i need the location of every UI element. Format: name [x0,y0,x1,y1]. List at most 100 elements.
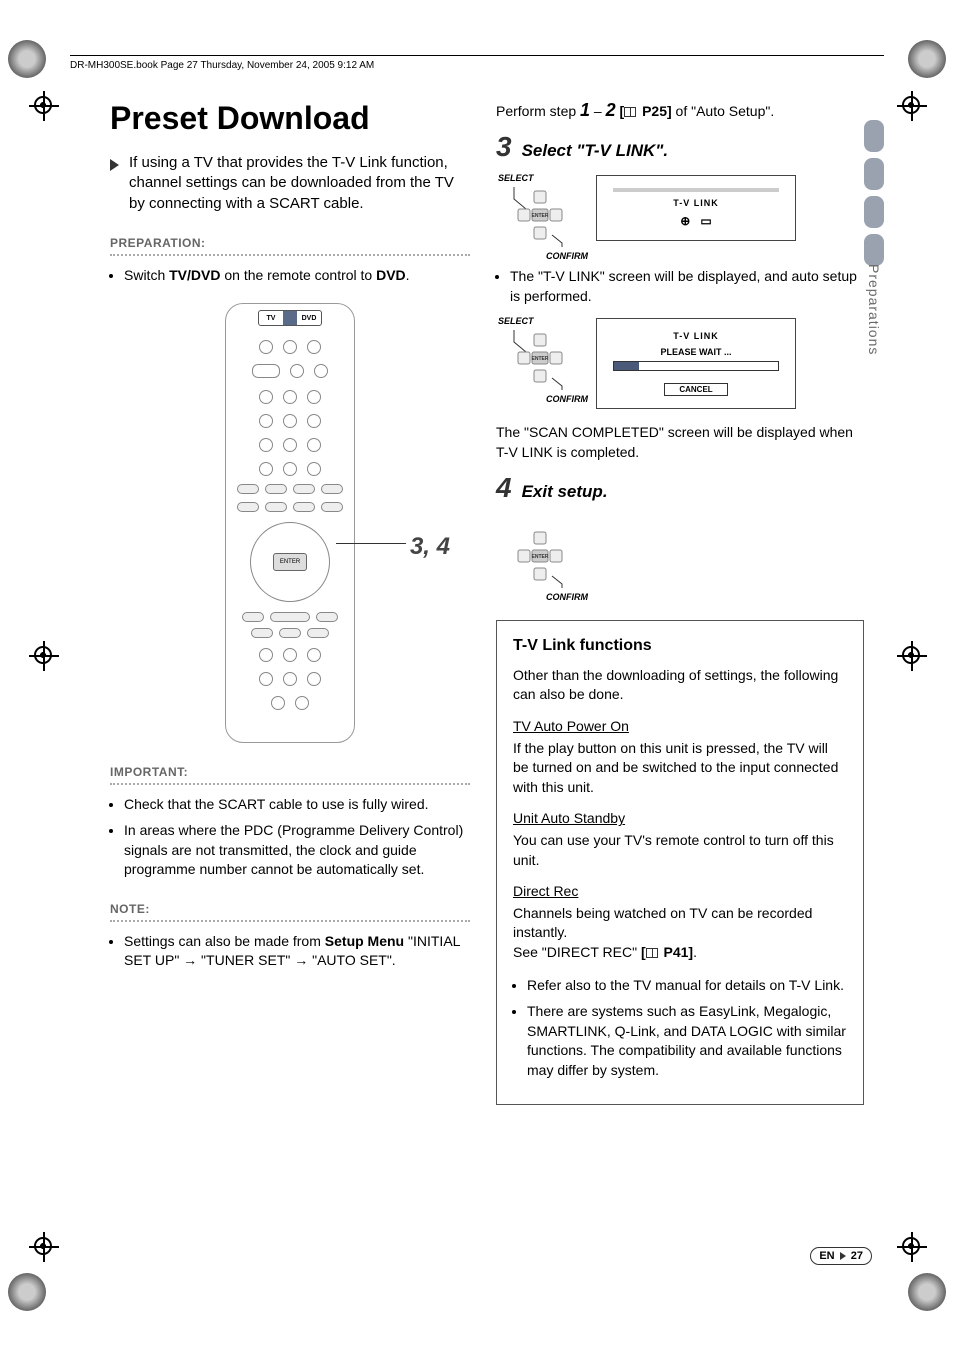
tvlink-bullets: Refer also to the TV manual for details … [513,976,847,1080]
text: Switch [124,267,169,283]
crop-mark [902,96,920,114]
header-text: DR-MH300SE.book Page 27 Thursday, Novemb… [70,60,374,71]
switch-slider [283,311,297,325]
crop-mark [902,646,920,664]
text: DVD [376,267,406,283]
crop-mark [34,96,52,114]
svg-text:ENTER: ENTER [532,356,549,362]
svg-text:ENTER: ENTER [532,554,549,560]
page-number: 27 [851,1250,863,1262]
dvd-label: DVD [297,311,321,325]
step-title: Select "T-V LINK". [522,141,668,161]
running-header: DR-MH300SE.book Page 27 Thursday, Novemb… [70,55,884,71]
important-item: Check that the SCART cable to use is ful… [124,795,470,815]
side-tabs [864,120,884,266]
progress-bar [613,361,779,371]
callout-line [336,543,406,544]
text: on the remote control to [220,267,376,283]
tvlink-text: If the play button on this unit is press… [513,739,847,798]
side-section-label: Preparations [866,264,882,355]
intro-row: If using a TV that provides the T-V Link… [110,153,470,214]
preparation-label: PREPARATION: [110,236,470,250]
page: DR-MH300SE.book Page 27 Thursday, Novemb… [0,0,954,1351]
note-item: Settings can also be made from Setup Men… [124,932,470,971]
side-tab [864,196,884,228]
tvlink-heading: T-V Link functions [513,635,847,657]
text: . [693,944,697,960]
dotted-rule [110,920,470,922]
screen-title: T-V LINK [607,198,785,208]
step-3-diagram-2: SELECT ENTER CONFIRM T-V LINK [502,318,864,409]
step-title: Exit setup. [522,482,608,502]
select-label: SELECT [498,316,534,326]
book-icon [646,948,658,958]
step-ref-2: 2 [606,100,616,120]
note-list: Settings can also be made from Setup Men… [110,932,470,971]
text: TV/DVD [169,267,220,283]
page-ref-text: P41] [660,944,693,960]
tv-link-screen-1: T-V LINK ⊕ ▭ [596,175,796,241]
text: The "T-V LINK" screen will be displayed,… [510,267,864,306]
corner-ornament [8,1273,46,1311]
mini-dpad: ENTER CONFIRM [502,516,576,600]
page-ref: [ P25] [620,103,672,119]
text: See "DIRECT REC" [513,944,641,960]
mini-dpad: SELECT ENTER CONFIRM [502,175,576,259]
tvlink-bullet: There are systems such as EasyLink, Mega… [527,1002,847,1080]
step-4-diagram: ENTER CONFIRM [502,516,864,600]
scan-complete-text: The "SCAN COMPLETED" screen will be disp… [496,423,864,462]
tv-link-functions-box: T-V Link functions Other than the downlo… [496,620,864,1105]
mini-dpad: SELECT ENTER CONFIRM [502,318,576,402]
tv-label: TV [259,311,283,325]
step-3-diagram: SELECT ENTER CONFIRM T-V L [502,175,864,259]
important-list: Check that the SCART cable to use is ful… [110,795,470,879]
page-ref: [ P41] [641,944,693,960]
tvlink-text: Channels being watched on TV can be reco… [513,904,847,943]
crop-mark [902,1237,920,1255]
remote-callout-label: 3, 4 [410,533,450,561]
remote-dpad [250,522,330,602]
side-tab [864,158,884,190]
lang: EN [819,1250,834,1262]
enter-label: ENTER [532,213,549,219]
tv-link-screen-2: T-V LINK PLEASE WAIT ... CANCEL [596,318,796,409]
corner-ornament [908,40,946,78]
tvlink-bullet: Refer also to the TV manual for details … [527,976,847,996]
progress-fill [614,362,639,370]
side-tab [864,120,884,152]
confirm-label: CONFIRM [546,251,588,261]
tvlink-see: See "DIRECT REC" [ P41]. [513,943,847,963]
intro-text: If using a TV that provides the T-V Link… [129,153,470,214]
preparation-list: Switch TV/DVD on the remote control to D… [110,266,470,286]
step-3-note: The "T-V LINK" screen will be displayed,… [496,267,864,306]
text: of "Auto Setup". [672,103,775,119]
confirm-label: CONFIRM [546,592,588,602]
step-number: 3 [496,131,512,163]
callout-comma: , [423,533,430,560]
side-tab [864,234,884,266]
text: . [406,267,410,283]
page-title: Preset Download [110,100,470,137]
perform-step: Perform step 1 – 2 [ P25] of "Auto Setup… [496,100,864,121]
text: Setup Menu [325,933,404,949]
tvlink-text: You can use your TV's remote control to … [513,831,847,870]
tvlink-subhead: Direct Rec [513,882,847,902]
confirm-label: CONFIRM [546,394,588,404]
screen-subtitle: PLEASE WAIT ... [607,347,785,357]
step-4-row: 4 Exit setup. [496,472,864,504]
monitor-icon: ▭ [700,214,711,228]
screen-icons: ⊕ ▭ [607,214,785,228]
note-label: NOTE: [110,902,470,916]
tvlink-intro: Other than the downloading of settings, … [513,666,847,705]
cancel-label: CANCEL [664,383,727,396]
book-icon [624,107,636,117]
triangle-icon [110,159,119,171]
crop-mark [34,1237,52,1255]
preparation-item: Switch TV/DVD on the remote control to D… [124,266,470,286]
tvlink-subhead: TV Auto Power On [513,717,847,737]
important-label: IMPORTANT: [110,765,470,779]
step-ref-1: 1 [580,100,590,120]
corner-ornament [8,40,46,78]
dotted-rule [110,254,470,256]
text: – [590,103,606,119]
